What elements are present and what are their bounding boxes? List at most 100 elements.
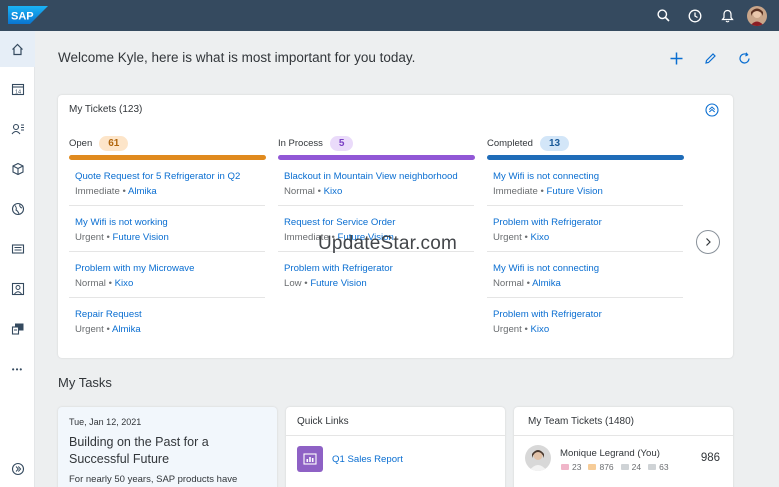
- ticket-org[interactable]: Kixo: [531, 324, 550, 335]
- globe-icon[interactable]: [0, 191, 35, 227]
- edit-icon[interactable]: [698, 46, 722, 70]
- in-process-label: In Process: [278, 137, 323, 149]
- divider: [286, 435, 505, 436]
- next-page-button[interactable]: [696, 230, 720, 254]
- ticket-org[interactable]: Almika: [128, 186, 157, 197]
- ticket-priority: Immediate: [75, 186, 120, 197]
- sap-logo[interactable]: SAP: [8, 6, 48, 24]
- contacts-icon[interactable]: [0, 111, 35, 147]
- ticket-item[interactable]: Quote Request for 5 Refrigerator in Q2 I…: [69, 160, 265, 206]
- ticket-org[interactable]: Almika: [112, 324, 141, 335]
- stat-color-icon: [561, 464, 569, 470]
- watermark-text: UpdateStar.com: [318, 233, 458, 254]
- stat-color-icon: [588, 464, 597, 470]
- stat-completed: 24: [620, 462, 641, 472]
- quick-link-sales-report[interactable]: Q1 Sales Report: [332, 454, 403, 465]
- ticket-title[interactable]: Repair Request: [75, 309, 265, 320]
- member-name[interactable]: Monique Legrand (You): [560, 448, 660, 459]
- ticket-org[interactable]: Future Vision: [547, 186, 603, 197]
- ticket-item[interactable]: Problem with Refrigerator Urgent • Kixo: [487, 298, 683, 344]
- team-tickets-title: My Team Tickets (1480): [528, 416, 634, 427]
- ticket-priority: Urgent: [493, 324, 522, 335]
- shell-bar: SAP: [0, 0, 779, 31]
- ticket-item[interactable]: My Wifi is not connecting Immediate • Fu…: [487, 160, 683, 206]
- home-icon[interactable]: [0, 31, 35, 67]
- collapse-icon[interactable]: [705, 103, 719, 117]
- in-process-count-badge: 5: [329, 135, 354, 151]
- open-label: Open: [69, 137, 93, 149]
- member-total: 986: [700, 452, 720, 464]
- chevron-right-icon: [706, 238, 711, 246]
- ticket-title[interactable]: Problem with my Microwave: [75, 263, 265, 274]
- news-text: For nearly 50 years, SAP products have: [69, 474, 238, 485]
- ticket-item[interactable]: Problem with Refrigerator Low • Future V…: [278, 252, 474, 298]
- ticket-priority: Urgent: [75, 232, 104, 243]
- stat-color-icon: [620, 464, 629, 470]
- ticket-item[interactable]: My Wifi is not connecting Normal • Almik…: [487, 252, 683, 298]
- add-icon[interactable]: [664, 46, 688, 70]
- ticket-priority: Normal: [493, 278, 524, 289]
- completed-column: Completed 13 My Wifi is not connecting I…: [487, 135, 684, 344]
- news-card[interactable]: Tue, Jan 12, 2021 Building on the Past f…: [58, 407, 277, 487]
- history-icon[interactable]: [679, 0, 711, 31]
- ticket-priority: Normal: [284, 186, 315, 197]
- expand-icon[interactable]: [0, 451, 35, 487]
- ticket-item[interactable]: Repair Request Urgent • Almika: [69, 298, 265, 344]
- customer-icon[interactable]: [0, 271, 35, 307]
- stat-open: 23: [561, 462, 581, 472]
- my-tasks-title: My Tasks: [58, 375, 112, 390]
- ticket-org[interactable]: Almika: [532, 278, 561, 289]
- ticket-priority: Urgent: [493, 232, 522, 243]
- more-glyph: •••: [11, 364, 24, 374]
- sap-logo-text: SAP: [11, 11, 34, 23]
- ticket-title[interactable]: Blackout in Mountain View neighborhood: [284, 171, 474, 182]
- ticket-title[interactable]: My Wifi is not connecting: [493, 263, 683, 274]
- ticket-title[interactable]: Problem with Refrigerator: [284, 263, 474, 274]
- calendar-number: 14: [14, 89, 20, 95]
- ticket-org[interactable]: Kixo: [115, 278, 134, 289]
- ticket-title[interactable]: Problem with Refrigerator: [493, 309, 683, 320]
- ticket-org[interactable]: Kixo: [531, 232, 550, 243]
- search-icon[interactable]: [647, 0, 679, 31]
- user-avatar[interactable]: [747, 5, 767, 26]
- ticket-list: My Wifi is not connecting Immediate • Fu…: [487, 160, 684, 344]
- ticket-title[interactable]: Quote Request for 5 Refrigerator in Q2: [75, 171, 265, 182]
- ticket-item[interactable]: My Wifi is not working Urgent • Future V…: [69, 206, 265, 252]
- more-icon[interactable]: •••: [0, 351, 35, 387]
- my-tickets-card: My Tickets (123) Open 61 Quote Request f…: [58, 95, 733, 358]
- notifications-icon[interactable]: [711, 0, 743, 31]
- ticket-org[interactable]: Future Vision: [113, 232, 169, 243]
- product-icon[interactable]: [0, 151, 35, 187]
- stat-in-process: 876: [588, 462, 614, 472]
- report-icon[interactable]: [297, 446, 323, 472]
- stat-color-icon: [648, 464, 657, 470]
- ticket-item[interactable]: Blackout in Mountain View neighborhood N…: [278, 160, 474, 206]
- stat-other: 63: [648, 462, 669, 472]
- in-process-column: In Process 5 Blackout in Mountain View n…: [278, 135, 475, 298]
- news-title[interactable]: Building on the Past for a Successful Fu…: [69, 434, 259, 468]
- open-column: Open 61 Quote Request for 5 Refrigerator…: [69, 135, 266, 344]
- monitor-icon[interactable]: [0, 311, 35, 347]
- ticket-title[interactable]: Request for Service Order: [284, 217, 474, 228]
- team-tickets-card: My Team Tickets (1480) Monique Legrand (…: [514, 407, 733, 487]
- ticket-priority: Immediate: [493, 186, 538, 197]
- tickets-title: My Tickets (123): [69, 104, 143, 115]
- ticket-list: Quote Request for 5 Refrigerator in Q2 I…: [69, 160, 266, 344]
- side-navigation: 14 •••: [0, 31, 35, 487]
- avatar[interactable]: [525, 445, 551, 471]
- ticket-priority: Low: [284, 278, 302, 289]
- ticket-title[interactable]: Problem with Refrigerator: [493, 217, 683, 228]
- ticket-title[interactable]: My Wifi is not working: [75, 217, 265, 228]
- ticket-item[interactable]: Problem with Refrigerator Urgent • Kixo: [487, 206, 683, 252]
- ticket-org[interactable]: Future Vision: [310, 278, 366, 289]
- list-icon[interactable]: [0, 231, 35, 267]
- ticket-item[interactable]: Problem with my Microwave Normal • Kixo: [69, 252, 265, 298]
- welcome-message: Welcome Kyle, here is what is most impor…: [58, 50, 416, 65]
- calendar-icon[interactable]: 14: [0, 71, 35, 107]
- news-date: Tue, Jan 12, 2021: [69, 417, 142, 427]
- refresh-icon[interactable]: [732, 46, 756, 70]
- ticket-priority: Urgent: [75, 324, 104, 335]
- open-count-badge: 61: [99, 135, 129, 151]
- ticket-org[interactable]: Kixo: [324, 186, 343, 197]
- ticket-title[interactable]: My Wifi is not connecting: [493, 171, 683, 182]
